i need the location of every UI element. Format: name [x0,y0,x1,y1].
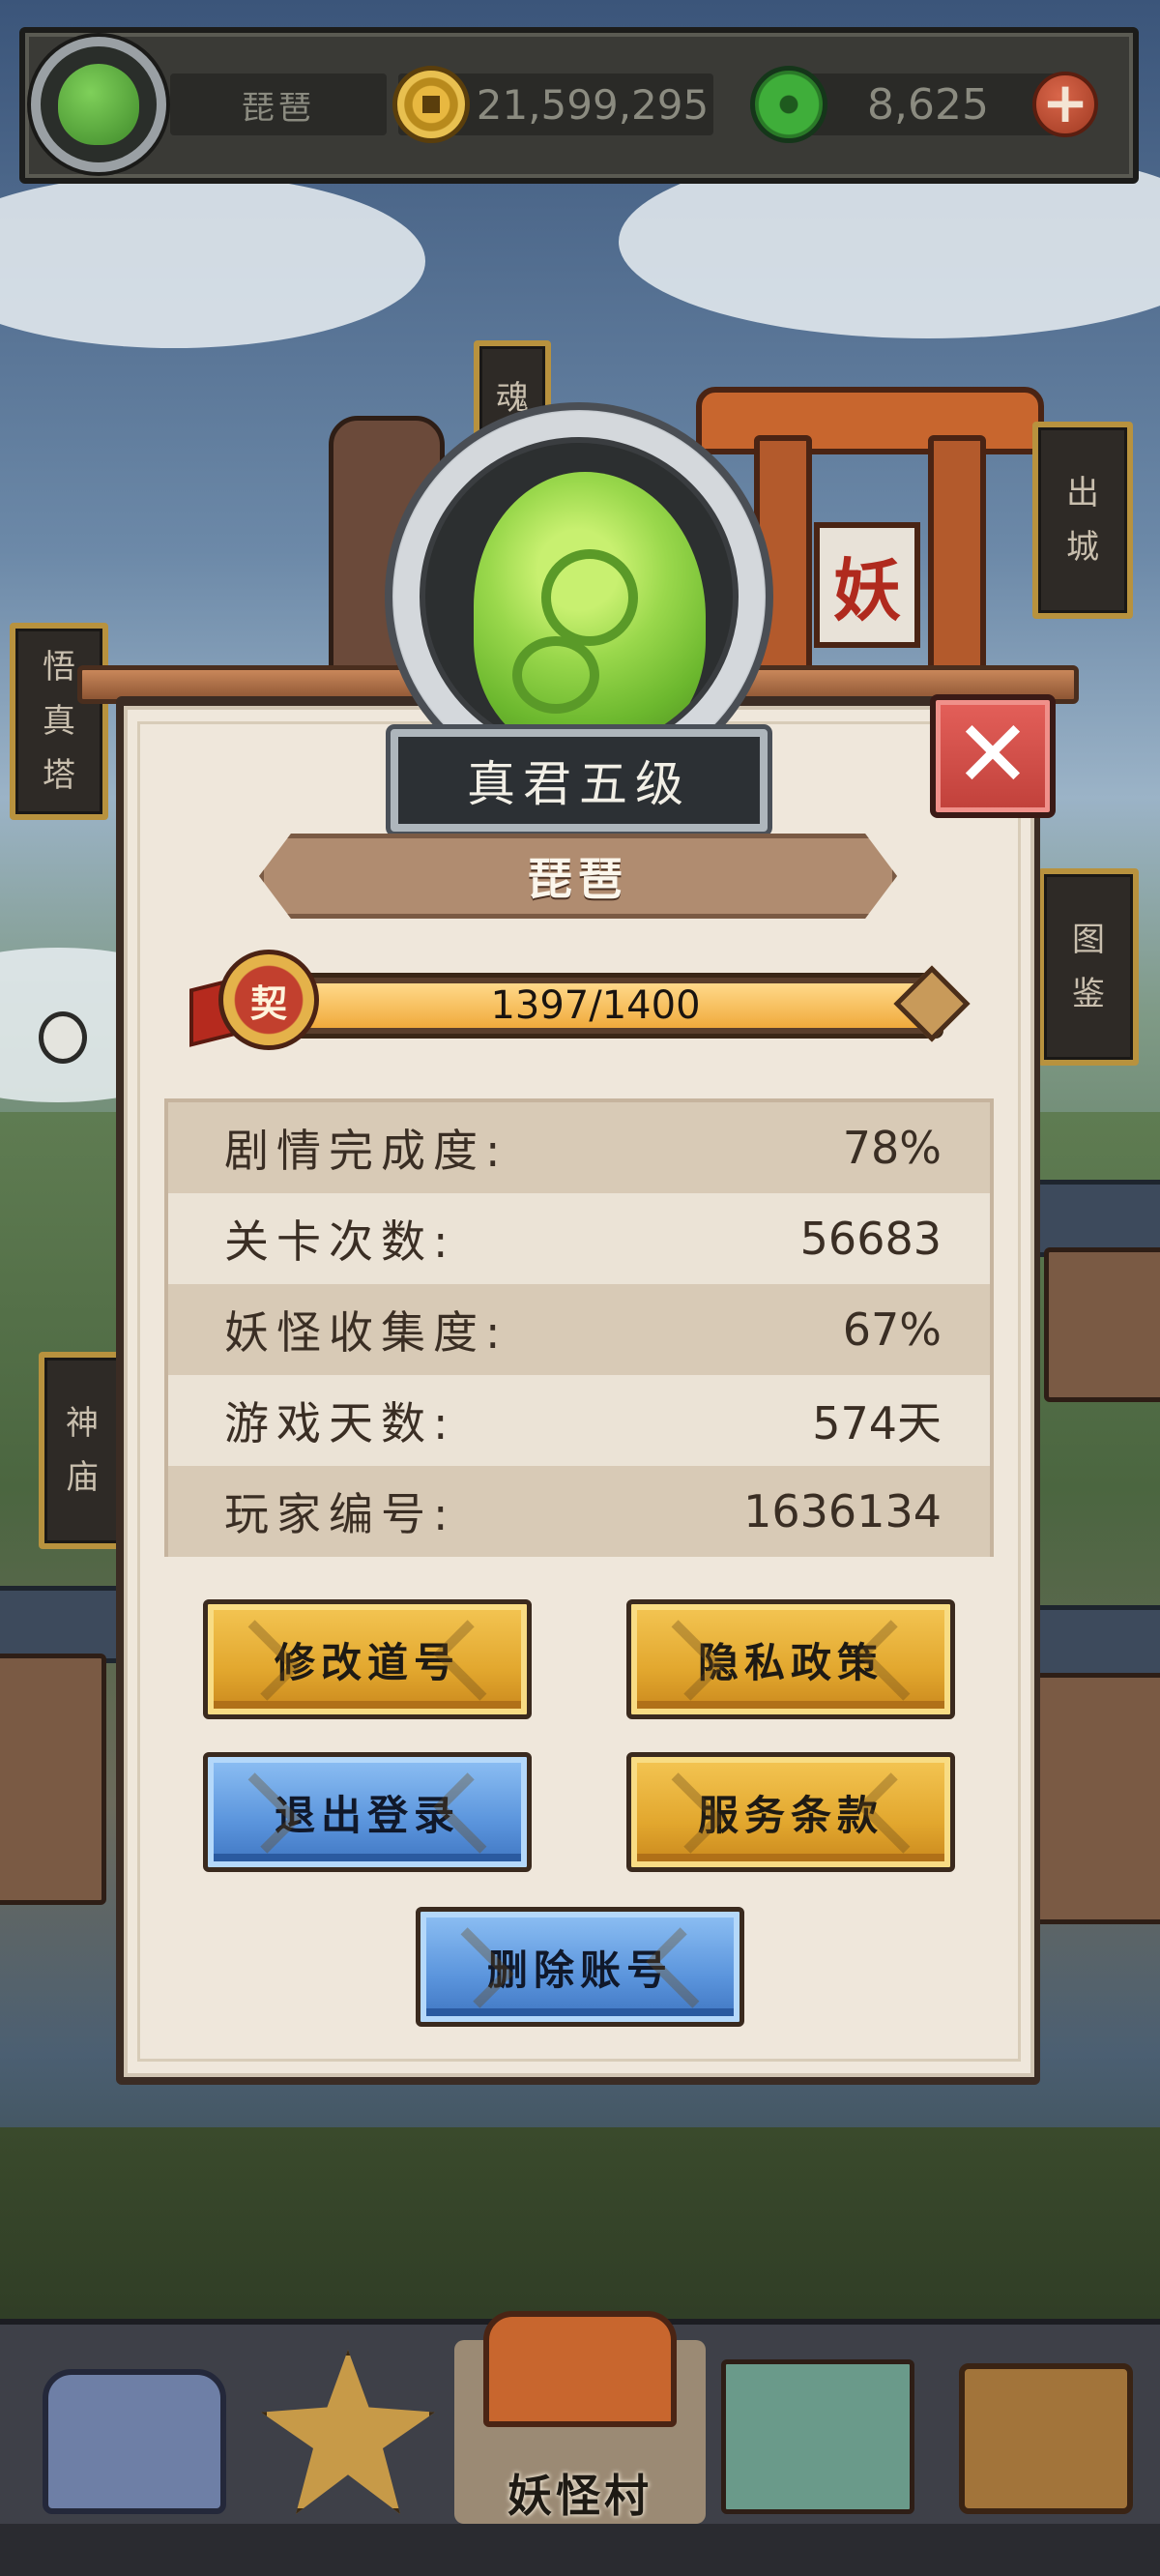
stat-row-collection: 妖怪收集度: 67% [168,1284,990,1375]
torii-gate-beam [696,387,1044,454]
close-icon: ✕ [953,700,1032,808]
jade-amount: 8,625 [867,79,989,130]
add-jade-button[interactable]: + [1032,72,1098,137]
stat-label: 玩家编号: [224,1488,456,1540]
sign-char: 出 [1066,474,1099,512]
stat-row-stages: 关卡次数: 56683 [168,1193,990,1284]
player-name-banner: 琵琶 [259,834,897,919]
player-name-top: 琵琶 [170,73,387,135]
stat-row-days: 游戏天数: 574天 [168,1375,990,1466]
button-label: 删除账号 [486,1946,673,1994]
torii-plaque: 妖 [814,522,920,648]
stats-table: 剧情完成度: 78% 关卡次数: 56683 妖怪收集度: 67% 游戏天数: … [164,1098,994,1557]
sign-char: 真 [43,702,75,741]
sign-temple[interactable]: 神 庙 [39,1352,126,1549]
jade-coin-icon [750,66,827,143]
sign-char: 悟 [43,648,75,687]
shop-stall-icon [721,2359,914,2514]
stat-row-player-id: 玩家编号: 1636134 [168,1466,990,1557]
swirl-decoration [512,636,599,714]
stat-label: 妖怪收集度: [224,1306,508,1359]
swirl-decoration [541,549,638,646]
contract-badge: 契 [189,942,325,1058]
house [1044,1247,1160,1402]
nav-treasure-chest[interactable] [29,2340,242,2524]
terms-of-service-button[interactable]: 服务条款 [626,1752,955,1872]
rank-title: 真君五级 [391,729,768,832]
nav-shop[interactable] [711,2340,924,2524]
stat-value: 78% [842,1122,942,1174]
stat-value: 56683 [799,1213,942,1265]
copper-coin-icon [392,66,470,143]
logout-button[interactable]: 退出登录 [203,1752,532,1872]
coin-amount: 21,599,295 [476,80,710,129]
house [1034,1673,1160,1924]
treasure-chest-icon [43,2369,226,2514]
nav-spellbook[interactable] [940,2340,1152,2524]
sign-char: 塔 [43,756,75,795]
village-gate-icon [483,2311,677,2427]
sign-char: 城 [1066,528,1099,567]
button-label: 修改道号 [274,1638,460,1686]
star-trophy-icon [261,2350,435,2514]
player-avatar[interactable] [31,37,166,172]
close-button[interactable]: ✕ [930,694,1056,818]
house [0,1654,106,1905]
nav-star-achievements[interactable] [242,2340,454,2524]
stat-value: 67% [842,1303,942,1356]
house-roof [1025,1180,1160,1257]
spellbook-icon [959,2363,1133,2514]
sign-char: 庙 [66,1458,99,1497]
stat-value: 574天 [812,1397,942,1449]
stopwatch-icon[interactable] [39,1011,87,1064]
sign-exit-city[interactable]: 出 城 [1032,422,1133,619]
rename-button[interactable]: 修改道号 [203,1599,532,1719]
delete-account-button[interactable]: 删除账号 [416,1907,744,2027]
sign-wuzhen-tower[interactable]: 悟 真 塔 [10,623,108,820]
profile-avatar[interactable] [420,437,739,756]
stat-value: 1636134 [743,1485,942,1537]
house-roof [0,1586,126,1663]
sign-char: 神 [66,1404,99,1443]
stat-label: 关卡次数: [224,1215,456,1268]
sign-char: 图 [1072,921,1105,959]
privacy-policy-button[interactable]: 隐私政策 [626,1599,955,1719]
button-label: 退出登录 [274,1791,460,1839]
sign-codex[interactable]: 图 鉴 [1038,868,1139,1066]
button-label: 服务条款 [697,1791,884,1839]
button-label: 隐私政策 [697,1638,884,1686]
contract-seal-icon: 契 [218,950,319,1050]
stat-label: 游戏天数: [224,1397,456,1449]
torii-gate-post [928,435,986,687]
nav-active-label: 妖怪村 [508,2470,652,2522]
bottom-strip [0,2524,1160,2576]
stat-row-story: 剧情完成度: 78% [168,1102,990,1193]
progress-text: 1397/1400 [490,983,701,1028]
stat-label: 剧情完成度: [224,1125,508,1177]
sign-char: 鉴 [1072,975,1105,1013]
spirit-avatar-icon [58,64,139,145]
